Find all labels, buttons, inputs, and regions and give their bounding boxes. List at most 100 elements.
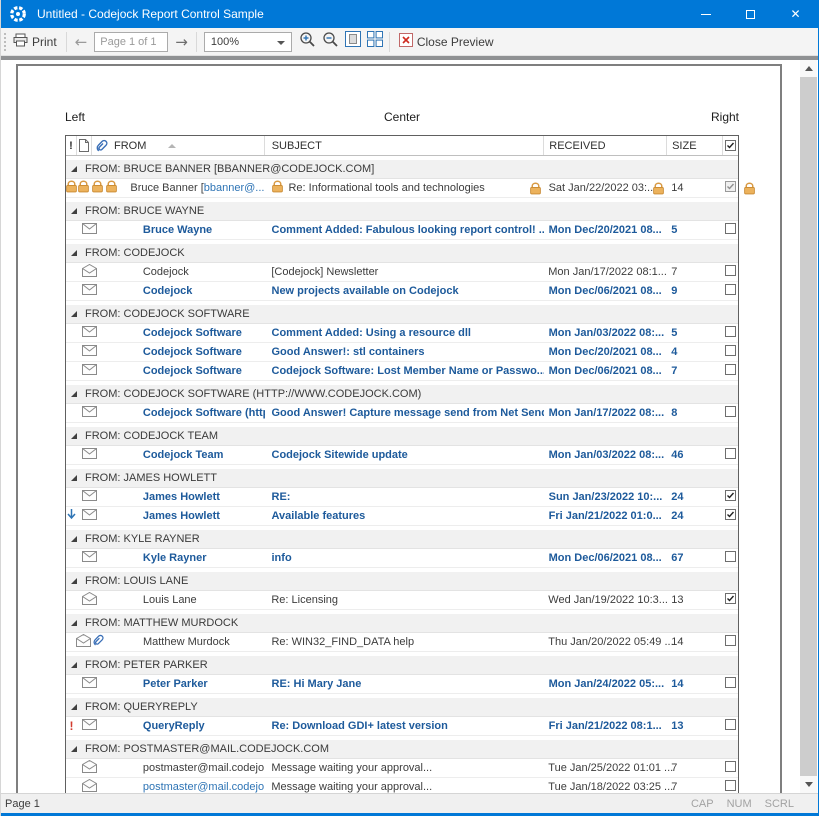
message-row[interactable]: Codejock SoftwareGood Answer!: stl conta… [66,343,738,362]
zoom-value: 100% [211,36,239,48]
group-header-row[interactable]: FROM: MATTHEW MURDOCK [66,614,738,633]
previous-page-button[interactable]: ← [70,33,93,51]
group-expand-icon[interactable] [71,536,77,542]
message-row[interactable]: Codejock SoftwareComment Added: Using a … [66,324,738,343]
group-expand-icon[interactable] [71,578,77,584]
status-bar: Page 1 CAP NUM SCRL [1,793,818,813]
vertical-scrollbar[interactable] [800,60,817,793]
column-subject[interactable]: SUBJECT [265,136,545,155]
message-row[interactable]: CodejockNew projects available on Codejo… [66,282,738,301]
group-header-row[interactable]: FROM: BRUCE WAYNE [66,202,738,221]
zoom-out-button[interactable] [319,28,342,56]
minimize-button[interactable] [683,0,728,28]
close-button[interactable]: ✕ [773,0,818,28]
print-button[interactable]: Print [7,30,63,53]
group-expand-icon[interactable] [71,475,77,481]
message-row[interactable]: postmaster@mail.codejock....Message wait… [66,759,738,778]
checkbox-cell [722,362,738,380]
group-header-row[interactable]: FROM: QUERYREPLY [66,698,738,717]
sender-email-link[interactable]: postmaster@mail.codejock.... [143,781,265,793]
row-checkbox[interactable] [725,284,736,298]
group-header-row[interactable]: FROM: CODEJOCK TEAM [66,427,738,446]
column-item-type[interactable] [77,136,92,155]
scroll-up-button[interactable] [800,60,817,77]
group-header-row[interactable]: FROM: KYLE RAYNER [66,530,738,549]
group-header-row[interactable]: FROM: POSTMASTER@MAIL.CODEJOCK.COM [66,740,738,759]
row-checkbox[interactable] [725,406,736,420]
group-header-row[interactable]: FROM: BRUCE BANNER [BBANNER@CODEJOCK.COM… [66,160,738,179]
subject-cell: Available features [265,507,544,525]
group-expand-icon[interactable] [71,746,77,752]
message-row[interactable]: Kyle RaynerinfoMon Dec/06/2021 08...67 [66,549,738,568]
lock-icon [652,186,665,198]
subject-cell: Codejock Sitewide update [265,446,544,464]
group-expand-icon[interactable] [71,662,77,668]
message-row[interactable]: Louis LaneRe: LicensingWed Jan/19/2022 1… [66,591,738,610]
message-row[interactable]: Peter ParkerRE: Hi Mary JaneMon Jan/24/2… [66,675,738,694]
column-from[interactable]: FROM [92,136,265,155]
message-icon-cell [77,263,103,281]
size-cell: 7 [666,263,722,281]
column-priority[interactable]: ! [66,136,77,155]
message-row[interactable]: Codejock SoftwareCodejock Software: Lost… [66,362,738,381]
group-expand-icon[interactable] [71,433,77,439]
message-row[interactable]: Codejock Software (http:/...Good Answer!… [66,404,738,423]
sender-email-link[interactable]: bbanner@... [204,182,265,194]
group-header-row[interactable]: FROM: CODEJOCK SOFTWARE [66,305,738,324]
column-checkbox[interactable] [723,136,738,155]
row-checkbox[interactable] [725,635,736,649]
row-checkbox[interactable] [725,719,736,733]
scrollbar-thumb[interactable] [800,77,817,776]
row-checkbox[interactable] [725,364,736,378]
group-header-row[interactable]: FROM: PETER PARKER [66,656,738,675]
checkbox-cell [722,324,738,342]
message-row[interactable]: James HowlettRE:Sun Jan/23/2022 10:...24 [66,488,738,507]
message-row[interactable]: Matthew MurdockRe: WIN32_FIND_DATA helpT… [66,633,738,652]
group-expand-icon[interactable] [71,250,77,256]
page-header-right: Right [514,110,739,124]
scroll-down-button[interactable] [800,776,817,793]
message-row[interactable]: Codejock TeamCodejock Sitewide updateMon… [66,446,738,465]
column-received[interactable]: RECEIVED [544,136,667,155]
row-checkbox[interactable] [725,551,736,565]
zoom-select[interactable]: 100% [204,32,292,52]
group-expand-icon[interactable] [71,391,77,397]
row-checkbox[interactable] [725,593,736,607]
row-checkbox[interactable] [725,345,736,359]
row-checkbox[interactable] [725,326,736,340]
group-header-row[interactable]: FROM: LOUIS LANE [66,572,738,591]
multi-page-view-button[interactable] [364,28,386,55]
message-row[interactable]: James HowlettAvailable featuresFri Jan/2… [66,507,738,526]
row-checkbox[interactable] [725,223,736,237]
zoom-in-button[interactable] [296,28,319,56]
one-page-view-button[interactable] [342,28,364,55]
group-expand-icon[interactable] [71,166,77,172]
row-checkbox[interactable] [725,265,736,279]
row-checkbox[interactable] [725,448,736,462]
row-checkbox[interactable] [725,677,736,691]
group-expand-icon[interactable] [71,311,77,317]
group-header-row[interactable]: FROM: CODEJOCK [66,244,738,263]
maximize-button[interactable] [728,0,773,28]
row-checkbox[interactable] [725,181,736,195]
column-size[interactable]: SIZE [667,136,723,155]
from-cell: Codejock Software (http:/... [103,404,265,422]
message-row[interactable]: Codejock[Codejock] NewsletterMon Jan/17/… [66,263,738,282]
group-expand-icon[interactable] [71,620,77,626]
message-row[interactable]: Bruce WayneComment Added: Fabulous looki… [66,221,738,240]
group-expand-icon[interactable] [71,208,77,214]
message-row[interactable]: Bruce Banner [bbanner@...Re: Information… [66,179,738,198]
group-expand-icon[interactable] [71,704,77,710]
group-header-row[interactable]: FROM: CODEJOCK SOFTWARE (HTTP://WWW.CODE… [66,385,738,404]
message-row[interactable]: !QueryReplyRe: Download GDI+ latest vers… [66,717,738,736]
page-field[interactable]: Page 1 of 1 [94,32,168,52]
row-checkbox[interactable] [725,780,736,794]
group-header-row[interactable]: FROM: JAMES HOWLETT [66,469,738,488]
row-checkbox[interactable] [725,490,736,504]
close-preview-button[interactable]: Close Preview [393,30,500,53]
row-checkbox[interactable] [725,761,736,775]
next-page-button[interactable]: → [170,33,193,51]
row-checkbox[interactable] [725,509,736,523]
unread-envelope-icon [82,406,97,420]
group-label: FROM: CODEJOCK [85,247,185,259]
